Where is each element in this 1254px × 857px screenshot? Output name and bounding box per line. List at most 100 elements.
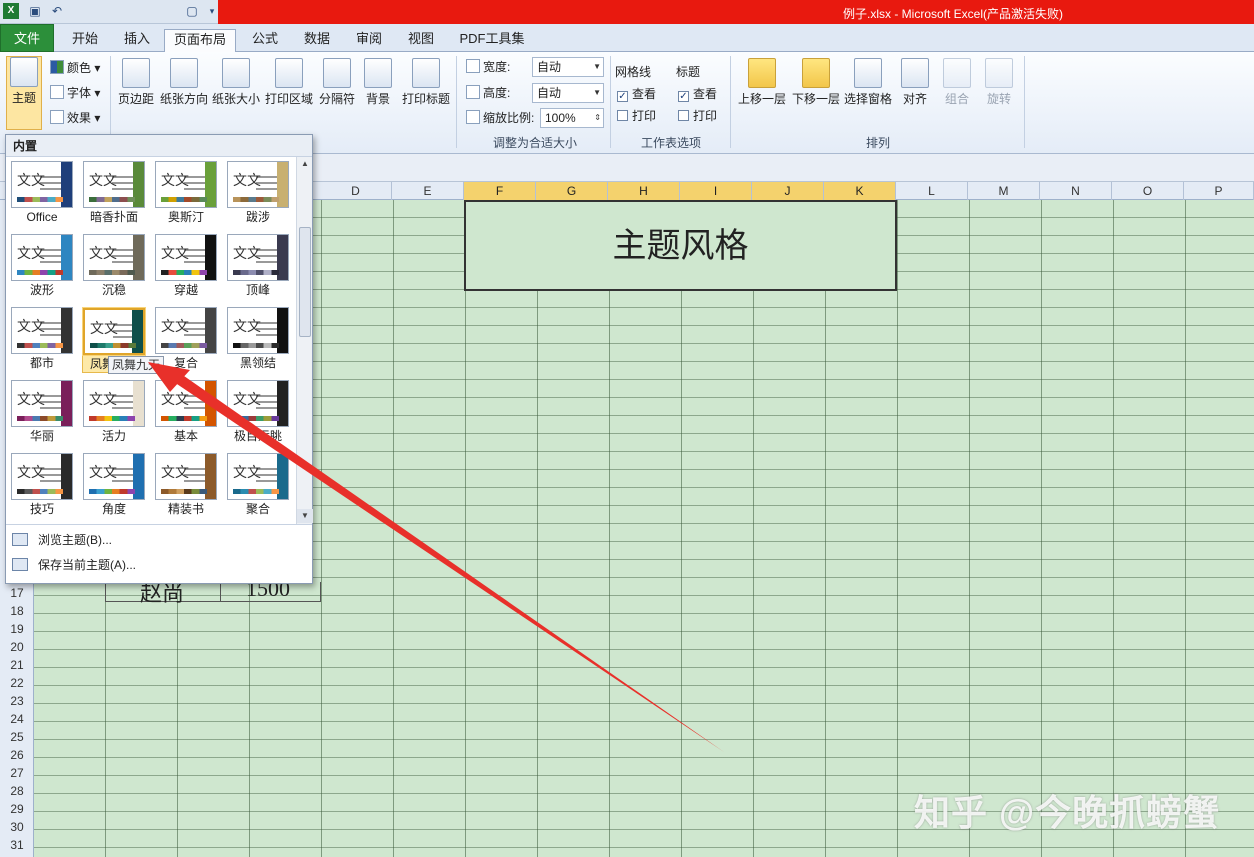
send-backward-button[interactable]: 下移一层 bbox=[790, 58, 842, 107]
print-titles-label: 打印标题 bbox=[401, 92, 450, 106]
column-header[interactable]: F bbox=[464, 182, 536, 200]
column-header[interactable]: I bbox=[680, 182, 752, 200]
row-header[interactable]: 30 bbox=[0, 818, 34, 836]
group-button[interactable]: 组合 bbox=[942, 58, 972, 107]
column-header[interactable]: H bbox=[608, 182, 680, 200]
margins-button[interactable]: 页边距 bbox=[115, 58, 157, 107]
column-header[interactable]: P bbox=[1184, 182, 1254, 200]
row-header[interactable]: 27 bbox=[0, 764, 34, 782]
table-row[interactable]: 赵尚 1500 bbox=[105, 576, 321, 606]
theme-thumbnail[interactable]: 文文 角度 bbox=[82, 453, 146, 519]
column-header[interactable]: M bbox=[968, 182, 1040, 200]
breaks-button[interactable]: 分隔符 bbox=[318, 58, 356, 107]
column-header[interactable]: N bbox=[1040, 182, 1112, 200]
theme-preview: 文文 bbox=[83, 308, 145, 355]
row-header[interactable]: 17 bbox=[0, 584, 34, 602]
column-header[interactable]: E bbox=[392, 182, 464, 200]
orientation-button[interactable]: 纸张方向 bbox=[160, 58, 208, 107]
tab-insert[interactable]: 插入 bbox=[114, 29, 160, 51]
theme-preview-text: 文文 bbox=[90, 321, 118, 337]
theme-thumbnail[interactable]: 文文 穿越 bbox=[154, 234, 218, 300]
row-header[interactable]: 22 bbox=[0, 674, 34, 692]
theme-preview: 文文 bbox=[83, 234, 145, 281]
row-header[interactable]: 29 bbox=[0, 800, 34, 818]
row-header[interactable]: 28 bbox=[0, 782, 34, 800]
print-titles-button[interactable]: 打印标题 bbox=[400, 58, 452, 107]
column-header[interactable]: J bbox=[752, 182, 824, 200]
themes-button[interactable]: 主题 bbox=[6, 56, 42, 130]
scroll-up-icon[interactable]: ▲ bbox=[297, 157, 313, 171]
headings-view-checkbox[interactable]: ✓ 查看 bbox=[678, 85, 717, 103]
tab-formulas[interactable]: 公式 bbox=[242, 29, 288, 51]
theme-thumbnail[interactable]: 文文 聚合 bbox=[226, 453, 290, 519]
undo-icon[interactable]: ↶ bbox=[49, 3, 65, 19]
theme-thumbnail[interactable]: 文文 都市 bbox=[10, 307, 74, 373]
theme-thumbnail[interactable]: 文文 顶峰 bbox=[226, 234, 290, 300]
theme-thumbnail[interactable]: 文文 波形 bbox=[10, 234, 74, 300]
bring-forward-button[interactable]: 上移一层 bbox=[736, 58, 788, 107]
tab-page-layout[interactable]: 页面布局 bbox=[164, 29, 236, 53]
column-header[interactable]: L bbox=[896, 182, 968, 200]
theme-effects-button[interactable]: 效果 ▾ bbox=[50, 109, 100, 127]
row-header[interactable]: 23 bbox=[0, 692, 34, 710]
theme-thumbnail[interactable]: 文文 暗香扑面 bbox=[82, 161, 146, 227]
row-header[interactable]: 25 bbox=[0, 728, 34, 746]
theme-thumbnail[interactable]: 文文 精装书 bbox=[154, 453, 218, 519]
scale-stepper[interactable]: 100% ⇕ bbox=[540, 108, 604, 128]
row-header[interactable]: 20 bbox=[0, 638, 34, 656]
gridlines-print-checkbox[interactable]: 打印 bbox=[617, 107, 656, 125]
merged-cell-title[interactable]: 主题风格 bbox=[464, 200, 897, 291]
rotate-button[interactable]: 旋转 bbox=[984, 58, 1014, 107]
theme-thumbnail[interactable]: 文文 技巧 bbox=[10, 453, 74, 519]
print-area-button[interactable]: 打印区域 bbox=[264, 58, 314, 107]
theme-preview: 文文 bbox=[155, 307, 217, 354]
height-combo[interactable]: 自动 ▼ bbox=[532, 83, 604, 103]
theme-thumbnail[interactable]: 文文 华丽 bbox=[10, 380, 74, 446]
browse-themes-item[interactable]: 浏览主题(B)... bbox=[12, 529, 112, 551]
align-button[interactable]: 对齐 bbox=[900, 58, 930, 107]
save-icon[interactable]: ▣ bbox=[27, 3, 43, 19]
row-header[interactable]: 24 bbox=[0, 710, 34, 728]
page-size-button[interactable]: 纸张大小 bbox=[212, 58, 260, 107]
scale-label-text: 缩放比例: bbox=[483, 111, 535, 125]
colors-icon bbox=[50, 60, 64, 74]
tab-data[interactable]: 数据 bbox=[294, 29, 340, 51]
row-header[interactable]: 31 bbox=[0, 836, 34, 854]
background-button[interactable]: 背景 bbox=[362, 58, 394, 107]
group-icon bbox=[943, 58, 971, 88]
tab-pdf-tools[interactable]: PDF工具集 bbox=[452, 29, 532, 51]
scroll-down-icon[interactable]: ▼ bbox=[297, 509, 313, 523]
width-combo[interactable]: 自动 ▼ bbox=[532, 57, 604, 77]
scrollbar-thumb[interactable] bbox=[299, 227, 311, 337]
new-file-icon[interactable]: ▢ bbox=[184, 3, 200, 19]
selection-pane-button[interactable]: 选择窗格 bbox=[842, 58, 894, 107]
column-header[interactable]: G bbox=[536, 182, 608, 200]
gallery-scrollbar[interactable]: ▲ ▼ bbox=[296, 157, 313, 525]
theme-thumbnail[interactable]: 文文 基本 bbox=[154, 380, 218, 446]
tab-home[interactable]: 开始 bbox=[62, 29, 108, 51]
theme-thumbnail[interactable]: 文文 Office bbox=[10, 161, 74, 227]
theme-thumbnail[interactable]: 文文 奥斯汀 bbox=[154, 161, 218, 227]
tab-file[interactable]: 文件 bbox=[0, 24, 54, 52]
column-header[interactable]: O bbox=[1112, 182, 1184, 200]
theme-thumbnail[interactable]: 文文 黑领结 bbox=[226, 307, 290, 373]
theme-thumbnail[interactable]: 文文 极目远眺 bbox=[226, 380, 290, 446]
save-theme-item[interactable]: 保存当前主题(A)... bbox=[12, 554, 136, 576]
gridlines-view-checkbox[interactable]: ✓ 查看 bbox=[617, 85, 656, 103]
headings-print-checkbox[interactable]: 打印 bbox=[678, 107, 717, 125]
theme-colors-button[interactable]: 颜色 ▾ bbox=[50, 59, 100, 77]
tab-review[interactable]: 审阅 bbox=[346, 29, 392, 51]
row-header[interactable]: 18 bbox=[0, 602, 34, 620]
row-header[interactable]: 21 bbox=[0, 656, 34, 674]
row-header[interactable]: 26 bbox=[0, 746, 34, 764]
row-header[interactable]: 19 bbox=[0, 620, 34, 638]
theme-fonts-button[interactable]: 字体 ▾ bbox=[50, 84, 100, 102]
column-header[interactable]: D bbox=[320, 182, 392, 200]
align-icon bbox=[901, 58, 929, 88]
tab-view[interactable]: 视图 bbox=[398, 29, 444, 51]
theme-thumbnail[interactable]: 文文 跋涉 bbox=[226, 161, 290, 227]
theme-thumbnail[interactable]: 文文 沉稳 bbox=[82, 234, 146, 300]
chevron-down-icon: ▼ bbox=[593, 88, 601, 97]
column-header[interactable]: K bbox=[824, 182, 896, 200]
theme-thumbnail[interactable]: 文文 活力 bbox=[82, 380, 146, 446]
